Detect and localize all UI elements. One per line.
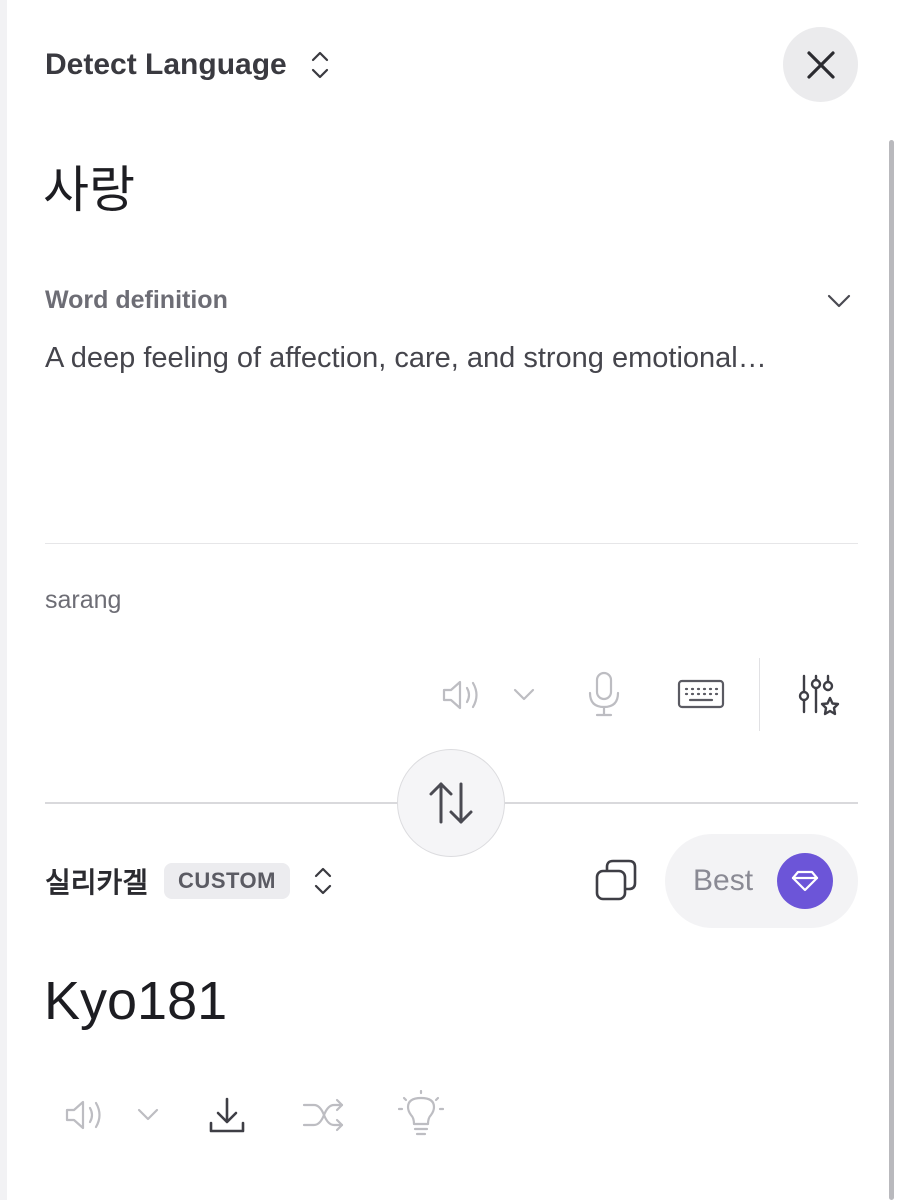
scrollbar[interactable] xyxy=(889,140,894,1200)
close-button[interactable] xyxy=(783,27,858,102)
target-language-label: 실리카겔 xyxy=(45,866,149,899)
definition-text: A deep feeling of affection, care, and s… xyxy=(45,342,767,374)
copy-icon[interactable] xyxy=(593,857,639,903)
divider xyxy=(45,543,858,544)
target-language-selector[interactable]: 실리카겔 CUSTOM xyxy=(45,858,334,904)
swap-languages-button[interactable] xyxy=(397,749,505,857)
voice-options-chevron-icon[interactable] xyxy=(134,1104,162,1126)
speaker-icon[interactable] xyxy=(438,672,486,718)
chevron-up-down-icon xyxy=(312,864,334,898)
source-text[interactable]: 사랑 xyxy=(43,150,135,222)
close-icon xyxy=(806,50,835,79)
preferences-sliders-icon[interactable] xyxy=(796,672,842,720)
toolbar-separator xyxy=(759,658,760,731)
source-language-selector[interactable]: Detect Language xyxy=(45,40,331,90)
speaker-icon[interactable] xyxy=(62,1094,108,1136)
custom-badge: CUSTOM xyxy=(164,863,290,899)
left-edge-panel xyxy=(0,0,7,1200)
definition-expand-chevron-icon[interactable] xyxy=(825,290,853,312)
romanization-text: sarang xyxy=(45,586,122,614)
microphone-icon[interactable] xyxy=(582,669,626,719)
voice-options-chevron-icon[interactable] xyxy=(510,684,538,706)
download-icon[interactable] xyxy=(205,1094,249,1138)
quality-mode-label: Best xyxy=(693,864,754,897)
translation-output[interactable]: Kyo181 xyxy=(44,970,227,1032)
definition-label: Word definition xyxy=(45,286,228,314)
shuffle-icon[interactable] xyxy=(300,1094,348,1136)
source-language-label: Detect Language xyxy=(45,48,287,81)
chevron-up-down-icon xyxy=(309,48,331,82)
lightbulb-icon[interactable] xyxy=(398,1090,444,1140)
swap-arrows-icon xyxy=(429,782,473,824)
gem-icon xyxy=(777,853,834,909)
keyboard-icon[interactable] xyxy=(676,678,726,710)
quality-mode-button[interactable]: Best xyxy=(665,834,858,928)
